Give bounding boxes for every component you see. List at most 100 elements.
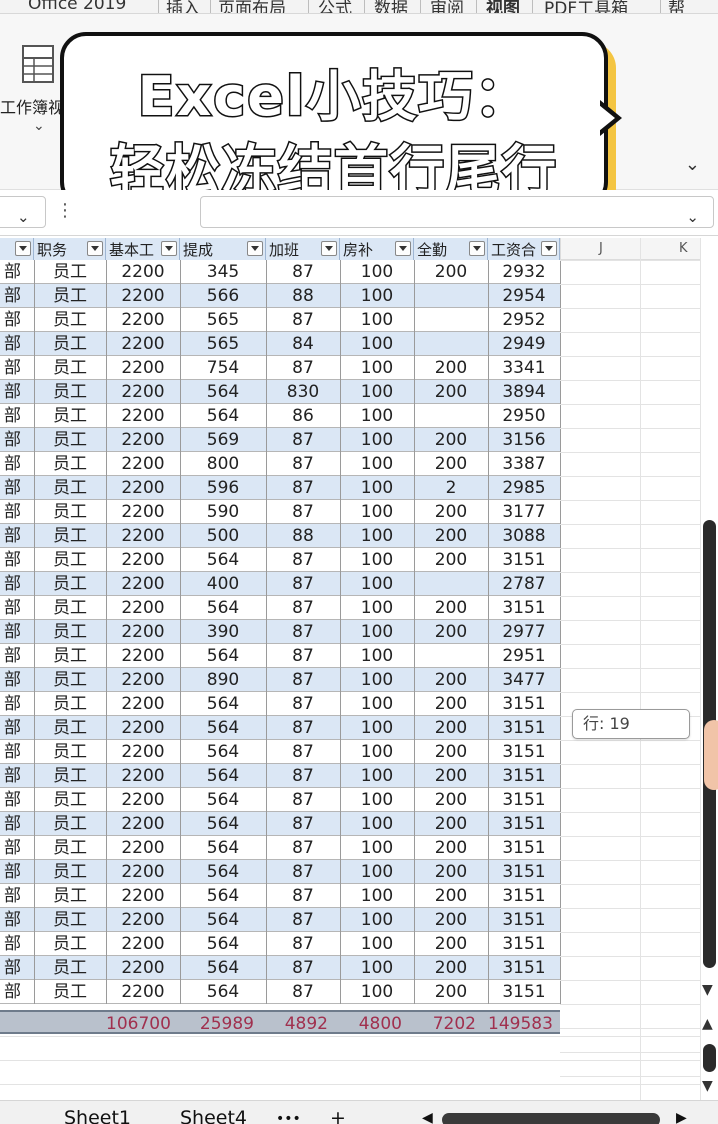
total-attendance[interactable]: 7202: [414, 1012, 488, 1036]
cell-position[interactable]: 员工: [34, 956, 106, 980]
chevron-down-icon[interactable]: ⌄: [17, 208, 30, 226]
cell-overtime[interactable]: 87: [266, 548, 340, 572]
cell-housing[interactable]: 100: [340, 884, 414, 908]
cell-base-salary[interactable]: 2200: [106, 884, 180, 908]
cell-housing[interactable]: 100: [340, 548, 414, 572]
cell-base-salary[interactable]: 2200: [106, 980, 180, 1004]
cell-overtime[interactable]: 87: [266, 668, 340, 692]
cell-commission[interactable]: 564: [180, 596, 266, 620]
cell-dept[interactable]: 部: [4, 332, 32, 356]
cell-base-salary[interactable]: 2200: [106, 692, 180, 716]
cell-dept[interactable]: 部: [4, 404, 32, 428]
cell-commission[interactable]: 564: [180, 908, 266, 932]
cell-attendance[interactable]: 200: [414, 356, 488, 380]
tab-insert[interactable]: 插入: [166, 0, 200, 13]
cell-attendance[interactable]: 200: [414, 740, 488, 764]
cell-attendance[interactable]: 200: [414, 860, 488, 884]
cell-position[interactable]: 员工: [34, 404, 106, 428]
cell-overtime[interactable]: 87: [266, 740, 340, 764]
scroll-right-arrow-icon[interactable]: ▶: [676, 1110, 687, 1124]
cell-housing[interactable]: 100: [340, 284, 414, 308]
cell-overtime[interactable]: 87: [266, 908, 340, 932]
cell-base-salary[interactable]: 2200: [106, 596, 180, 620]
cell-position[interactable]: 员工: [34, 812, 106, 836]
cell-commission[interactable]: 564: [180, 812, 266, 836]
add-sheet-button[interactable]: +: [330, 1107, 346, 1124]
cell-attendance[interactable]: [414, 572, 488, 596]
cell-dept[interactable]: 部: [4, 980, 32, 1004]
cell-commission[interactable]: 566: [180, 284, 266, 308]
cell-dept[interactable]: 部: [4, 716, 32, 740]
column-header-k[interactable]: K: [640, 238, 700, 260]
cell-overtime[interactable]: 87: [266, 860, 340, 884]
cell-dept[interactable]: 部: [4, 548, 32, 572]
cell-total-salary[interactable]: 3151: [488, 908, 560, 932]
cell-commission[interactable]: 564: [180, 884, 266, 908]
cell-dept[interactable]: 部: [4, 908, 32, 932]
name-box[interactable]: ⌄: [0, 196, 46, 228]
cell-position[interactable]: 员工: [34, 452, 106, 476]
cell-housing[interactable]: 100: [340, 452, 414, 476]
workbook-view-icon[interactable]: [20, 44, 56, 84]
cell-attendance[interactable]: 2: [414, 476, 488, 500]
filter-dropdown-icon[interactable]: [161, 241, 177, 256]
cell-total-salary[interactable]: 3151: [488, 548, 560, 572]
cell-total-salary[interactable]: 2932: [488, 260, 560, 284]
cell-commission[interactable]: 596: [180, 476, 266, 500]
cell-commission[interactable]: 565: [180, 332, 266, 356]
cell-housing[interactable]: 100: [340, 980, 414, 1004]
cell-commission[interactable]: 564: [180, 716, 266, 740]
cell-total-salary[interactable]: 3151: [488, 956, 560, 980]
cell-housing[interactable]: 100: [340, 428, 414, 452]
cell-overtime[interactable]: 87: [266, 932, 340, 956]
cell-dept[interactable]: 部: [4, 524, 32, 548]
tab-office[interactable]: Office 2019: [28, 0, 126, 13]
cell-dept[interactable]: 部: [4, 932, 32, 956]
cell-housing[interactable]: 100: [340, 308, 414, 332]
cell-commission[interactable]: 569: [180, 428, 266, 452]
scroll-down-arrow-icon[interactable]: ▼: [702, 1078, 713, 1094]
table-row[interactable]: 部员工 2200 564 87 100 200 3151: [0, 956, 560, 980]
spreadsheet-grid[interactable]: J K 职务 基本工 提成 加班 房补 全勤 工资合 部员工 2200 345 87 1…: [0, 238, 718, 1100]
cell-housing[interactable]: 100: [340, 620, 414, 644]
cell-commission[interactable]: 754: [180, 356, 266, 380]
cell-attendance[interactable]: 200: [414, 428, 488, 452]
total-salary[interactable]: 149583: [488, 1012, 560, 1036]
cell-attendance[interactable]: [414, 644, 488, 668]
cell-total-salary[interactable]: 3151: [488, 980, 560, 1004]
cell-commission[interactable]: 564: [180, 860, 266, 884]
header-cell-base-salary[interactable]: 基本工: [106, 238, 180, 260]
tab-formulas[interactable]: 公式: [318, 0, 352, 13]
cell-total-salary[interactable]: 3088: [488, 524, 560, 548]
header-cell-commission[interactable]: 提成: [180, 238, 266, 260]
cell-dept[interactable]: 部: [4, 764, 32, 788]
cell-overtime[interactable]: 88: [266, 524, 340, 548]
table-row[interactable]: 部员工 2200 564 87 100 200 3151: [0, 764, 560, 788]
cell-attendance[interactable]: 200: [414, 620, 488, 644]
cell-housing[interactable]: 100: [340, 524, 414, 548]
cell-base-salary[interactable]: 2200: [106, 788, 180, 812]
cell-base-salary[interactable]: 2200: [106, 500, 180, 524]
filter-dropdown-icon[interactable]: [15, 241, 31, 256]
cell-overtime[interactable]: 87: [266, 356, 340, 380]
cell-commission[interactable]: 564: [180, 380, 266, 404]
cell-total-salary[interactable]: 2985: [488, 476, 560, 500]
scroll-left-arrow-icon[interactable]: ◀: [422, 1110, 433, 1124]
table-row[interactable]: 部员工 2200 564 87 100 2951: [0, 644, 560, 668]
cell-total-salary[interactable]: 2977: [488, 620, 560, 644]
cell-dept[interactable]: 部: [4, 572, 32, 596]
table-row[interactable]: 部员工 2200 564 87 100 200 3151: [0, 548, 560, 572]
cell-total-salary[interactable]: 3151: [488, 884, 560, 908]
sheet-tab-sheet4[interactable]: Sheet4: [180, 1107, 247, 1124]
cell-base-salary[interactable]: 2200: [106, 908, 180, 932]
cell-position[interactable]: 员工: [34, 980, 106, 1004]
tab-review[interactable]: 审阅: [430, 0, 464, 13]
table-row[interactable]: 部员工 2200 500 88 100 200 3088: [0, 524, 560, 548]
cell-base-salary[interactable]: 2200: [106, 380, 180, 404]
cell-total-salary[interactable]: 2954: [488, 284, 560, 308]
cell-attendance[interactable]: 200: [414, 692, 488, 716]
cell-base-salary[interactable]: 2200: [106, 956, 180, 980]
filter-dropdown-icon[interactable]: [247, 241, 263, 256]
cell-base-salary[interactable]: 2200: [106, 812, 180, 836]
filter-dropdown-icon[interactable]: [469, 241, 485, 256]
